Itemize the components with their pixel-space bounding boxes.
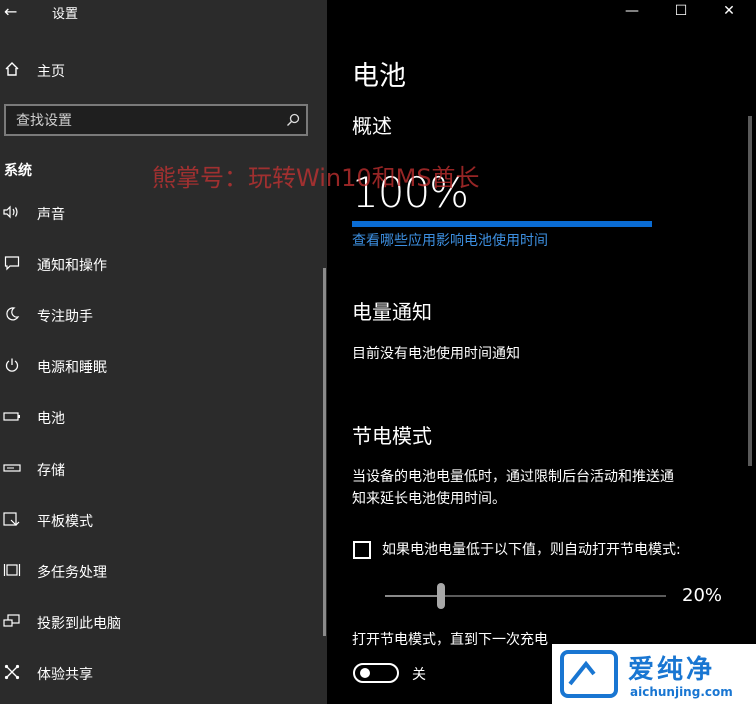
search-box[interactable]: [4, 104, 308, 136]
battery-level-bar: [352, 221, 652, 227]
sidebar-item-label: 专注助手: [37, 308, 93, 325]
sidebar-item-label: 声音: [37, 206, 65, 223]
search-icon[interactable]: [286, 112, 300, 126]
storage-icon: [0, 462, 24, 478]
battery-icon: [0, 410, 24, 426]
apps-battery-usage-link[interactable]: 查看哪些应用影响电池使用时间: [352, 230, 548, 250]
auto-saver-checkbox-label[interactable]: 如果电池电量低于以下值，则自动打开节电模式:: [382, 539, 681, 561]
saver-toggle-state: 关: [412, 667, 426, 683]
sidebar-item-notifications[interactable]: 通知和操作: [0, 239, 320, 290]
section-title-system: 系统: [4, 163, 32, 179]
power-icon: [0, 357, 24, 377]
overview-heading: 概述: [352, 114, 392, 138]
home-nav-item[interactable]: 主页: [0, 58, 320, 84]
battery-saver-description-line2: 知来延长电池使用时间。: [352, 491, 506, 507]
sidebar-item-sound[interactable]: 声音: [0, 188, 320, 239]
home-icon: [0, 61, 24, 81]
slider-thumb[interactable]: [437, 583, 446, 609]
content-scrollbar[interactable]: [748, 116, 752, 466]
sidebar-item-label: 平板模式: [37, 513, 93, 530]
notification-heading: 电量通知: [352, 300, 432, 324]
sidebar-item-label: 电池: [37, 411, 65, 428]
home-label: 主页: [37, 64, 65, 80]
sidebar-item-shared-experiences[interactable]: 体验共享: [0, 649, 320, 700]
battery-saver-description-line1: 当设备的电池电量低时，通过限制后台活动和推送通: [352, 469, 674, 485]
sidebar-item-focus-assist[interactable]: 专注助手: [0, 290, 320, 341]
message-icon: [0, 255, 24, 275]
toggle-knob: [360, 668, 370, 678]
sidebar-item-battery[interactable]: 电池: [0, 393, 320, 444]
brand-logo-badge: 爱纯净 aichunjing.com: [552, 644, 756, 704]
sidebar-item-power-sleep[interactable]: 电源和睡眠: [0, 342, 320, 393]
notification-status-text: 目前没有电池使用时间通知: [352, 346, 520, 362]
battery-level-fill: [352, 221, 652, 227]
sidebar-item-label: 体验共享: [37, 667, 93, 684]
close-button[interactable]: ✕: [719, 2, 739, 20]
multitask-icon: [0, 562, 24, 582]
saver-threshold-slider[interactable]: [385, 583, 666, 609]
saver-until-charge-heading: 打开节电模式，直到下一次充电: [352, 632, 548, 648]
sidebar-item-label: 存储: [37, 462, 65, 479]
settings-sidebar: ← 设置 主页 系统 声音 通知和操作 专注: [0, 0, 327, 704]
maximize-button[interactable]: ☐: [671, 2, 691, 20]
sidebar-scrollbar[interactable]: [323, 268, 326, 636]
sidebar-item-label: 投影到此电脑: [37, 616, 121, 633]
page-title: 电池: [352, 61, 406, 92]
system-nav-list: 声音 通知和操作 专注助手 电源和睡眠 电池 存储 平板模式 多任务处理 投影到…: [0, 188, 320, 700]
brand-monitor-icon: [560, 650, 618, 698]
saver-toggle-switch[interactable]: [353, 663, 399, 683]
moon-icon: [0, 306, 24, 326]
sidebar-item-label: 多任务处理: [37, 564, 107, 581]
project-icon: [0, 613, 24, 633]
sidebar-item-storage[interactable]: 存储: [0, 444, 320, 495]
sidebar-item-label: 电源和睡眠: [37, 360, 107, 377]
app-title: 设置: [52, 7, 79, 22]
back-arrow-icon[interactable]: ←: [4, 2, 26, 24]
sidebar-item-multitasking[interactable]: 多任务处理: [0, 546, 320, 597]
search-input[interactable]: [14, 111, 278, 131]
minimize-button[interactable]: —: [622, 2, 642, 20]
sidebar-item-tablet-mode[interactable]: 平板模式: [0, 495, 320, 546]
battery-saver-heading: 节电模式: [352, 424, 432, 448]
sidebar-item-project-to-pc[interactable]: 投影到此电脑: [0, 598, 320, 649]
auto-saver-checkbox[interactable]: [353, 541, 371, 559]
brand-name: 爱纯净: [628, 655, 716, 685]
speaker-icon: [0, 205, 24, 223]
battery-percentage: 100%: [352, 168, 469, 217]
share-icon: [0, 664, 24, 684]
saver-threshold-value: 20%: [682, 585, 723, 606]
slider-fill: [385, 595, 442, 597]
sidebar-item-label: 通知和操作: [37, 257, 107, 274]
brand-url: aichunjing.com: [630, 685, 733, 699]
tablet-icon: [0, 511, 24, 531]
